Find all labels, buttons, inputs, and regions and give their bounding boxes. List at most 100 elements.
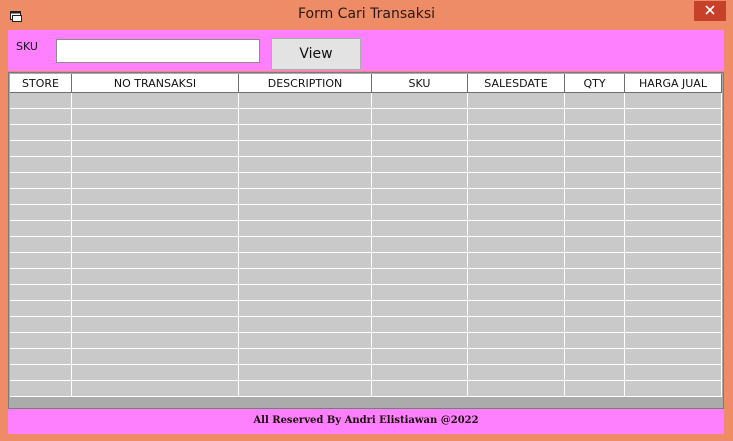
- table-row[interactable]: [10, 301, 722, 317]
- table-row[interactable]: [10, 285, 722, 301]
- table-cell[interactable]: [239, 317, 372, 333]
- table-cell[interactable]: [625, 125, 722, 141]
- table-cell[interactable]: [372, 365, 468, 381]
- table-cell[interactable]: [72, 173, 239, 189]
- table-cell[interactable]: [72, 333, 239, 349]
- table-cell[interactable]: [10, 221, 72, 237]
- column-header-description[interactable]: DESCRIPTION: [239, 74, 372, 93]
- table-cell[interactable]: [72, 205, 239, 221]
- table-row[interactable]: [10, 109, 722, 125]
- table-cell[interactable]: [239, 301, 372, 317]
- table-cell[interactable]: [625, 301, 722, 317]
- table-cell[interactable]: [72, 125, 239, 141]
- table-cell[interactable]: [565, 93, 625, 109]
- table-cell[interactable]: [72, 157, 239, 173]
- table-cell[interactable]: [72, 365, 239, 381]
- table-cell[interactable]: [468, 93, 565, 109]
- table-cell[interactable]: [565, 285, 625, 301]
- table-cell[interactable]: [565, 301, 625, 317]
- table-cell[interactable]: [10, 189, 72, 205]
- column-header-qty[interactable]: QTY: [565, 74, 625, 93]
- table-cell[interactable]: [239, 141, 372, 157]
- table-cell[interactable]: [565, 365, 625, 381]
- table-cell[interactable]: [468, 237, 565, 253]
- table-cell[interactable]: [565, 269, 625, 285]
- table-cell[interactable]: [468, 333, 565, 349]
- table-cell[interactable]: [372, 381, 468, 397]
- table-cell[interactable]: [372, 125, 468, 141]
- table-cell[interactable]: [625, 253, 722, 269]
- table-cell[interactable]: [468, 381, 565, 397]
- table-cell[interactable]: [239, 253, 372, 269]
- table-cell[interactable]: [72, 269, 239, 285]
- table-cell[interactable]: [468, 253, 565, 269]
- table-cell[interactable]: [372, 253, 468, 269]
- close-button[interactable]: [694, 1, 726, 21]
- column-header-salesdate[interactable]: SALESDATE: [468, 74, 565, 93]
- table-cell[interactable]: [372, 221, 468, 237]
- table-cell[interactable]: [72, 189, 239, 205]
- table-cell[interactable]: [468, 269, 565, 285]
- table-cell[interactable]: [468, 301, 565, 317]
- table-cell[interactable]: [372, 237, 468, 253]
- column-header-harga-jual[interactable]: HARGA JUAL: [625, 74, 722, 93]
- table-cell[interactable]: [468, 141, 565, 157]
- table-cell[interactable]: [10, 237, 72, 253]
- table-cell[interactable]: [565, 157, 625, 173]
- table-cell[interactable]: [565, 317, 625, 333]
- table-cell[interactable]: [72, 237, 239, 253]
- table-row[interactable]: [10, 333, 722, 349]
- table-cell[interactable]: [10, 173, 72, 189]
- table-cell[interactable]: [10, 253, 72, 269]
- table-cell[interactable]: [239, 205, 372, 221]
- view-button[interactable]: View: [271, 38, 361, 70]
- table-cell[interactable]: [239, 381, 372, 397]
- table-cell[interactable]: [625, 285, 722, 301]
- table-row[interactable]: [10, 317, 722, 333]
- table-cell[interactable]: [239, 349, 372, 365]
- table-cell[interactable]: [468, 365, 565, 381]
- table-cell[interactable]: [372, 93, 468, 109]
- title-bar[interactable]: Form Cari Transaksi: [0, 0, 733, 30]
- table-cell[interactable]: [372, 301, 468, 317]
- table-cell[interactable]: [565, 141, 625, 157]
- table-cell[interactable]: [625, 157, 722, 173]
- table-cell[interactable]: [565, 205, 625, 221]
- table-cell[interactable]: [468, 221, 565, 237]
- column-header-sku[interactable]: SKU: [372, 74, 468, 93]
- table-cell[interactable]: [625, 173, 722, 189]
- table-cell[interactable]: [468, 173, 565, 189]
- table-cell[interactable]: [10, 109, 72, 125]
- table-cell[interactable]: [468, 157, 565, 173]
- table-cell[interactable]: [372, 157, 468, 173]
- table-cell[interactable]: [372, 269, 468, 285]
- table-cell[interactable]: [72, 349, 239, 365]
- table-cell[interactable]: [372, 285, 468, 301]
- table-cell[interactable]: [372, 141, 468, 157]
- table-cell[interactable]: [625, 189, 722, 205]
- table-cell[interactable]: [565, 189, 625, 205]
- table-cell[interactable]: [72, 301, 239, 317]
- table-cell[interactable]: [625, 269, 722, 285]
- table-row[interactable]: [10, 125, 722, 141]
- table-cell[interactable]: [10, 205, 72, 221]
- table-cell[interactable]: [239, 173, 372, 189]
- table-cell[interactable]: [625, 381, 722, 397]
- column-header-no-transaksi[interactable]: NO TRANSAKSI: [72, 74, 239, 93]
- table-cell[interactable]: [372, 173, 468, 189]
- table-row[interactable]: [10, 237, 722, 253]
- table-cell[interactable]: [239, 237, 372, 253]
- table-row[interactable]: [10, 173, 722, 189]
- table-cell[interactable]: [565, 381, 625, 397]
- table-cell[interactable]: [625, 349, 722, 365]
- table-cell[interactable]: [239, 269, 372, 285]
- table-cell[interactable]: [565, 237, 625, 253]
- table-cell[interactable]: [372, 205, 468, 221]
- table-cell[interactable]: [239, 109, 372, 125]
- table-cell[interactable]: [468, 125, 565, 141]
- table-cell[interactable]: [239, 285, 372, 301]
- table-cell[interactable]: [565, 109, 625, 125]
- table-cell[interactable]: [72, 285, 239, 301]
- transaction-grid[interactable]: STORE NO TRANSAKSI DESCRIPTION SKU SALES…: [8, 72, 724, 409]
- table-cell[interactable]: [10, 141, 72, 157]
